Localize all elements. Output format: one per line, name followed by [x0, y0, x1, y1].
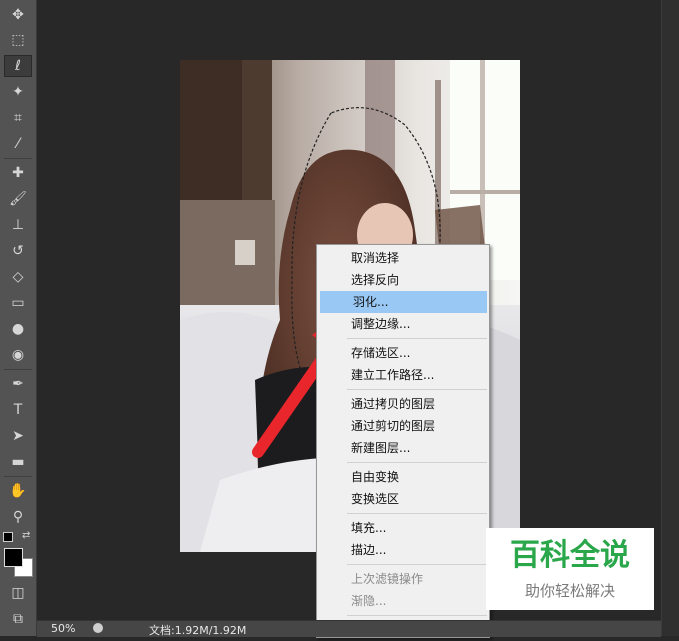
menu-item-save-selection[interactable]: 存储选区... [318, 342, 488, 364]
menu-item-layer-via-cut[interactable]: 通过剪切的图层 [318, 415, 488, 437]
watermark-subtitle: 助你轻松解决 [524, 582, 615, 600]
menu-item-refine-edge[interactable]: 调整边缘... [318, 313, 488, 335]
status-bar: 50% 文档:1.92M/1.92M [37, 620, 661, 637]
menu-item-select-inverse[interactable]: 选择反向 [318, 269, 488, 291]
menu-item-transform-selection[interactable]: 变换选区 [318, 488, 488, 510]
status-info-icon[interactable] [93, 623, 103, 633]
menu-item-feather[interactable]: 羽化... [320, 291, 487, 313]
zoom-level[interactable]: 50% [51, 622, 75, 635]
menu-separator [347, 513, 487, 514]
menu-item-make-work-path[interactable]: 建立工作路径... [318, 364, 488, 386]
menu-separator [347, 389, 487, 390]
menu-item-free-transform[interactable]: 自由变换 [318, 466, 488, 488]
menu-item-new-layer[interactable]: 新建图层... [318, 437, 488, 459]
menu-separator [347, 338, 487, 339]
menu-item-deselect[interactable]: 取消选择 [318, 247, 488, 269]
menu-separator [347, 615, 487, 616]
watermark-logo: 百科全说 助你轻松解决 [486, 528, 654, 610]
menu-item-fill[interactable]: 填充... [318, 517, 488, 539]
menu-item-last-filter: 上次滤镜操作 [351, 572, 424, 586]
menu-separator [347, 564, 487, 565]
menu-separator [347, 462, 487, 463]
context-menu: 取消选择 选择反向 羽化... 调整边缘... 存储选区... 建立工作路径..… [316, 244, 490, 638]
menu-item-fade: 渐隐... [351, 594, 387, 608]
watermark-title: 百科全说 [510, 538, 630, 573]
menu-item-layer-via-copy[interactable]: 通过拷贝的图层 [318, 393, 488, 415]
menu-item-stroke[interactable]: 描边... [318, 539, 488, 561]
